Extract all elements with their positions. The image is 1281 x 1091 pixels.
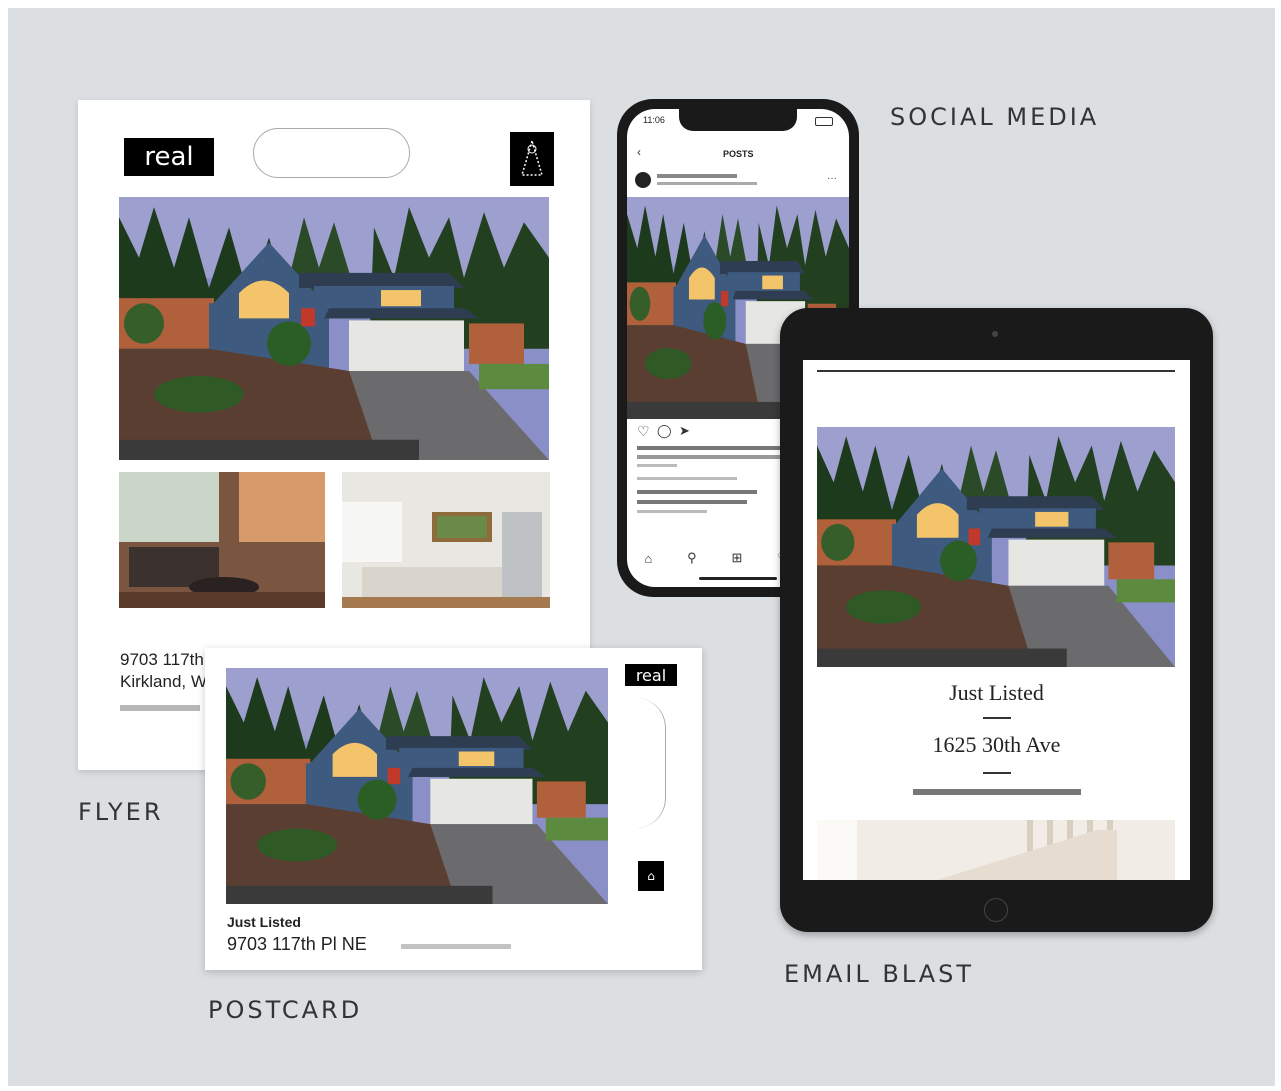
post-username-line [657,174,737,178]
email-heading: Just Listed [949,680,1044,705]
heart-icon[interactable]: ♡ [637,423,650,440]
postcard-card: real ⌂ Just Listed 9703 117th Pl NE [205,648,702,970]
tablet-screen: Just Listed 1625 30th Ave [803,360,1190,880]
phone-notch [679,109,797,131]
email-top-rule [817,370,1175,372]
flyer-address-line1: 9703 117th [120,650,204,669]
more-options-icon[interactable]: ··· [827,173,837,184]
tablet-camera [992,331,998,337]
flyer-kitchen-photo [342,472,550,608]
flyer-logo: real [124,138,214,176]
flyer-address-line2: Kirkland, W [120,672,207,691]
comment-icon[interactable]: ◯ [657,423,672,439]
post-avatar[interactable] [635,172,651,188]
home-indicator [699,577,777,580]
flyer-caption: FLYER [78,798,164,826]
flyer-main-photo [119,197,549,460]
phone-time: 11:06 [643,115,665,125]
flyer-details-line [120,705,200,711]
back-icon[interactable]: ‹ [637,145,641,159]
agent-logo-icon [510,132,554,186]
postcard-address: 9703 117th Pl NE [227,934,367,954]
email-details-line [913,789,1081,795]
redacted-scribble [253,128,410,178]
postcard-caption: POSTCARD [208,996,363,1024]
phone-header-title: POSTS [723,149,754,159]
email-divider [983,717,1011,719]
search-icon[interactable]: ⚲ [687,550,697,566]
tablet-device: Just Listed 1625 30th Ave [780,308,1213,932]
postcard-heading: Just Listed [227,914,301,930]
email-stairs-photo [817,820,1175,880]
postcard-logo: real [625,664,677,686]
home-icon[interactable]: ⌂ [644,551,652,566]
tablet-home-button[interactable] [984,898,1008,922]
agent-logo-icon: ⌂ [638,861,664,891]
postcard-photo [226,668,608,904]
email-divider [983,772,1011,774]
flyer-living-room-photo [119,472,325,608]
social-media-caption: SOCIAL MEDIA [890,103,1100,131]
email-hero-photo [817,427,1175,667]
email-blast-caption: EMAIL BLAST [784,960,975,988]
add-post-icon[interactable]: ⊞ [731,550,742,566]
share-icon[interactable]: ➤ [679,423,690,439]
battery-icon [815,117,833,126]
postcard-fineprint [401,944,511,949]
post-location-line [657,182,757,185]
redacted-scribble [625,698,666,828]
email-address: 1625 30th Ave [932,732,1061,757]
